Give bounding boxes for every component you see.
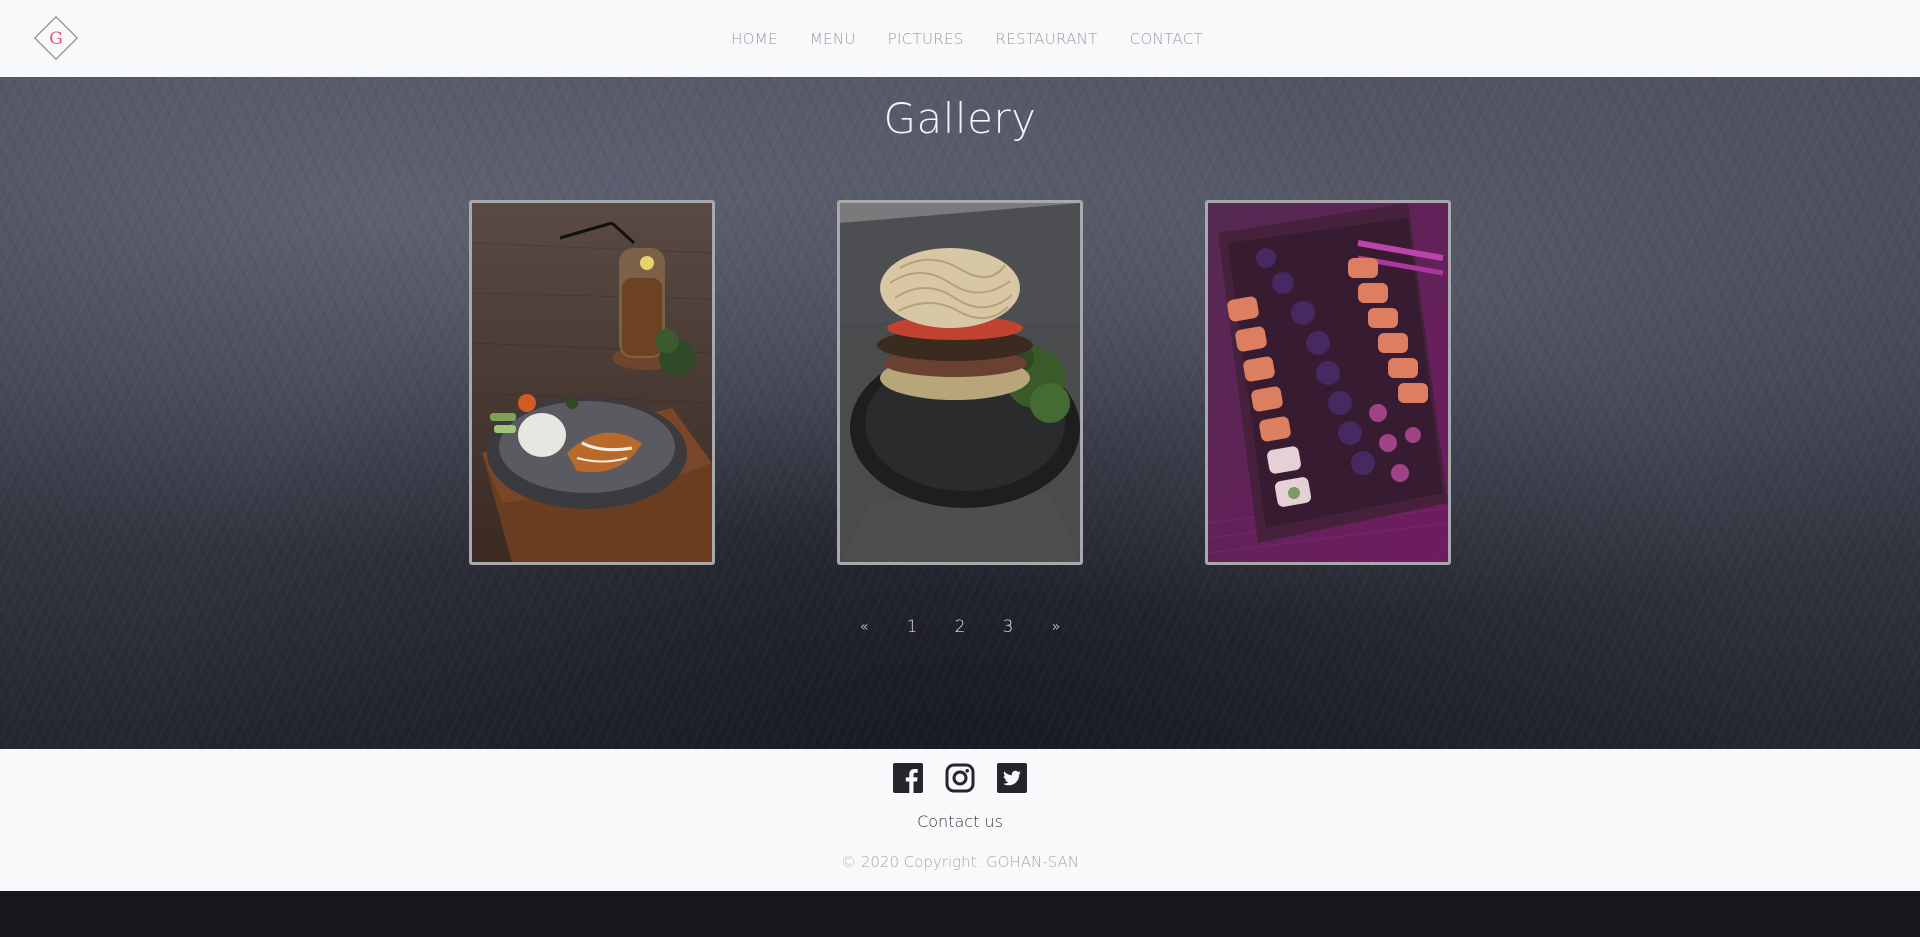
page-title: Gallery [883,94,1037,143]
rice-plate-image [472,203,712,562]
gallery-photo-noodle-burger[interactable] [837,200,1083,565]
nav-menu[interactable]: MENU [794,30,872,48]
gallery-photo-sushi[interactable] [1205,200,1451,565]
pagination-page-1[interactable]: 1 [888,617,936,637]
nav-home[interactable]: HOME [715,30,794,48]
gallery-photo-rice-plate[interactable] [469,200,715,565]
page-bottom-band [0,891,1920,937]
gallery-section: Gallery « 1 2 3 » [0,77,1920,749]
noodle-burger-image [840,203,1080,562]
nav-pictures[interactable]: PICTURES [872,30,980,48]
top-navbar: G HOME MENU PICTURES RESTAURANT CONTACT [0,0,1920,77]
twitter-icon[interactable] [997,763,1027,793]
instagram-icon[interactable] [945,763,975,793]
main-nav: HOME MENU PICTURES RESTAURANT CONTACT [0,0,1920,77]
nav-restaurant[interactable]: RESTAURANT [980,30,1114,48]
copyright-text: © 2020 Copyright. GOHAN-SAN [841,853,1079,871]
facebook-icon[interactable] [893,763,923,793]
social-links [0,763,1920,793]
pagination: « 1 2 3 » [0,617,1920,637]
pagination-page-2[interactable]: 2 [936,617,984,637]
pagination-next[interactable]: » [1032,619,1080,635]
pagination-page-3[interactable]: 3 [984,617,1032,637]
nav-contact[interactable]: CONTACT [1114,30,1219,48]
footer: Contact us © 2020 Copyright. GOHAN-SAN [0,749,1920,891]
sushi-image [1208,203,1448,562]
pagination-prev[interactable]: « [840,619,888,635]
contact-us-link[interactable]: Contact us [0,812,1920,831]
